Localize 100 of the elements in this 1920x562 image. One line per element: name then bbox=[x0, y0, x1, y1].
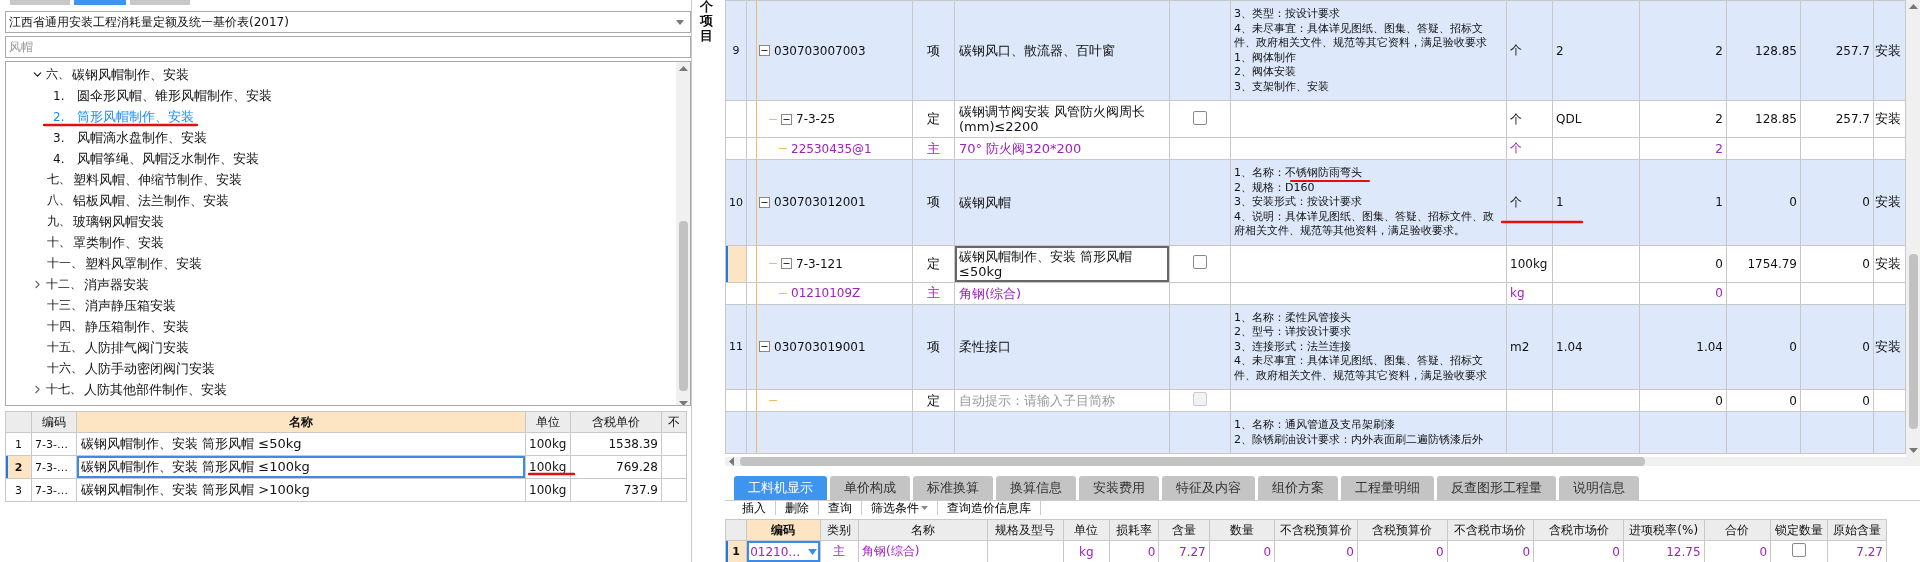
row-number[interactable]: 1 bbox=[725, 540, 747, 562]
search-field[interactable]: 风帽 bbox=[5, 36, 691, 58]
scroll-left-icon[interactable] bbox=[729, 457, 734, 466]
tree-item[interactable]: 风帽筝绳、风帽泛水制作、安装 bbox=[77, 149, 259, 168]
tree-item[interactable]: 人防排气阀门安装 bbox=[85, 338, 189, 357]
column-header[interactable]: 编码 bbox=[746, 519, 821, 541]
scrollbar-thumb[interactable] bbox=[678, 221, 688, 391]
column-header[interactable]: 单位 bbox=[525, 411, 571, 433]
column-header[interactable]: 不含税市场价 bbox=[1447, 519, 1534, 541]
tree-item[interactable]: 风帽滴水盘制作、安装 bbox=[77, 128, 207, 147]
feature-description: 1、名称：通风管道及支吊架刷漆 2、除锈刷油设计要求：内外表面刷二遍防锈漆后外 bbox=[1234, 418, 1484, 447]
column-header[interactable]: 不 bbox=[661, 411, 687, 433]
feature-description: 3、类型：按设计要求 4、未尽事宜：具体详见图纸、图集、答疑、招标文件、政府相关文件、规范等其它资料，满足验收要求 1、阀体制作 2、阀体安装 3、支架制作、安装 bbox=[1234, 7, 1488, 94]
scroll-down-icon[interactable] bbox=[1908, 448, 1918, 453]
scrollbar-thumb[interactable] bbox=[1908, 254, 1918, 429]
tab[interactable]: 特征及内容 bbox=[1162, 476, 1255, 500]
column-header[interactable]: 含税预算价 bbox=[1357, 519, 1448, 541]
library-dropdown[interactable]: 江西省通用安装工程消耗量定额及统一基价表(2017) bbox=[5, 11, 691, 33]
column-header[interactable]: 名称 bbox=[76, 411, 526, 433]
tree-item-number: 七、 bbox=[47, 171, 71, 188]
table-cell: 1754.79 bbox=[1726, 245, 1801, 282]
row-number[interactable]: 9 bbox=[725, 0, 747, 101]
table-cell: 2 bbox=[1552, 0, 1640, 101]
tree-item[interactable]: 玻璃钢风帽安装 bbox=[73, 212, 164, 231]
tree-item[interactable]: 静压箱制作、安装 bbox=[85, 317, 189, 336]
table-cell: 碳钢调节阀安装 风管防火阀周长(mm)≤2200 bbox=[954, 100, 1170, 138]
collapse-icon[interactable] bbox=[759, 196, 770, 208]
column-header[interactable]: 单位 bbox=[1063, 519, 1110, 541]
collapse-icon[interactable] bbox=[781, 113, 792, 125]
side-label: 个项目 bbox=[699, 0, 713, 45]
row-number[interactable]: 11 bbox=[725, 304, 747, 390]
row-number[interactable] bbox=[725, 245, 747, 282]
table-cell: 1.04 bbox=[1552, 304, 1640, 390]
item-code: 030703007003 bbox=[774, 43, 866, 58]
column-header[interactable]: 合价 bbox=[1704, 519, 1771, 541]
tab[interactable]: 反查图形工程量 bbox=[1437, 476, 1556, 500]
table-cell: 257.7 bbox=[1800, 0, 1874, 101]
tab[interactable]: 标准换算 bbox=[913, 476, 993, 500]
tab[interactable]: 安装费用 bbox=[1079, 476, 1159, 500]
collapse-icon[interactable] bbox=[759, 45, 770, 56]
vertical-scrollbar[interactable] bbox=[676, 62, 690, 405]
table-cell: 2 bbox=[1639, 100, 1727, 138]
caret-down-icon bbox=[676, 19, 684, 25]
tree-item[interactable]: 消声器安装 bbox=[84, 275, 149, 294]
collapse-icon[interactable] bbox=[759, 341, 770, 353]
column-header[interactable]: 名称 bbox=[858, 519, 988, 541]
collapse-icon[interactable] bbox=[781, 258, 792, 269]
row-number[interactable]: 10 bbox=[725, 159, 747, 245]
scroll-up-icon[interactable] bbox=[678, 66, 688, 71]
table-cell: 100kg bbox=[525, 432, 571, 456]
tab[interactable]: 说明信息 bbox=[1559, 476, 1639, 500]
tree-item[interactable]: 消声静压箱安装 bbox=[85, 296, 176, 315]
tab[interactable]: 组价方案 bbox=[1258, 476, 1338, 500]
tree-item-number: 十五、 bbox=[47, 339, 83, 356]
tree-item[interactable]: 圆伞形风帽、锥形风帽制作、安装 bbox=[77, 86, 272, 105]
column-header[interactable]: 规格及型号 bbox=[987, 519, 1064, 541]
column-header[interactable]: 含量 bbox=[1158, 519, 1210, 541]
tree-item-number: 九、 bbox=[47, 213, 71, 230]
tree-item[interactable]: 塑料风帽、伸缩节制作、安装 bbox=[73, 170, 242, 189]
column-header[interactable]: 含税市场价 bbox=[1533, 519, 1624, 541]
toolbar-button[interactable]: 查询造价信息库 bbox=[938, 501, 1041, 515]
tree-item[interactable]: 人防手动密闭阀门安装 bbox=[85, 359, 215, 378]
tree-item[interactable]: 塑料风罩制作、安装 bbox=[85, 254, 202, 273]
row-number[interactable]: 3 bbox=[5, 478, 32, 502]
scroll-up-icon[interactable] bbox=[1908, 4, 1918, 9]
row-number[interactable]: 1 bbox=[5, 432, 32, 456]
checkbox[interactable] bbox=[1792, 543, 1807, 557]
column-header[interactable]: 数量 bbox=[1209, 519, 1275, 541]
tree-item[interactable]: 筒形风帽制作、安装 bbox=[77, 107, 194, 126]
column-header[interactable]: 原始含量 bbox=[1828, 519, 1887, 541]
horizontal-scrollbar[interactable] bbox=[725, 457, 1920, 466]
item-code: 01210109Z bbox=[791, 286, 861, 300]
toolbar-button[interactable]: 删除 bbox=[776, 501, 819, 515]
column-header[interactable]: 损耗率 bbox=[1109, 519, 1159, 541]
tree-item[interactable]: 罩类制作、安装 bbox=[73, 233, 164, 252]
toolbar-button[interactable]: 筛选条件 bbox=[862, 501, 938, 515]
tree-item[interactable]: 碳钢风帽制作、安装 bbox=[72, 65, 189, 84]
column-header[interactable]: 编码 bbox=[31, 411, 77, 433]
tab[interactable]: 换算信息 bbox=[996, 476, 1076, 500]
column-header[interactable]: 类别 bbox=[820, 519, 859, 541]
column-header[interactable]: 锁定数量 bbox=[1770, 519, 1828, 541]
checkbox[interactable] bbox=[1193, 110, 1207, 125]
table-cell: 737.9 bbox=[570, 478, 662, 502]
toolbar-button[interactable]: 插入 bbox=[733, 501, 776, 515]
tab[interactable]: 单价构成 bbox=[830, 476, 910, 500]
code-dropdown[interactable]: 01210… bbox=[746, 540, 821, 562]
annotation-underline bbox=[528, 472, 575, 476]
tree-item[interactable]: 人防其他部件制作、安装 bbox=[84, 380, 227, 399]
column-header[interactable]: 进项税率(%) bbox=[1623, 519, 1705, 541]
table-cell: 1 bbox=[1552, 159, 1640, 245]
column-header[interactable]: 不含税预算价 bbox=[1274, 519, 1358, 541]
tree-item[interactable]: 铝板风帽、法兰制作、安装 bbox=[73, 191, 229, 210]
caret-down-icon[interactable] bbox=[807, 548, 817, 555]
column-header[interactable]: 含税单价 bbox=[570, 411, 662, 433]
vertical-scrollbar[interactable] bbox=[1906, 0, 1920, 457]
scroll-down-icon[interactable] bbox=[678, 401, 688, 405]
tab[interactable]: 工程量明细 bbox=[1341, 476, 1434, 500]
row-number[interactable]: 2 bbox=[5, 455, 32, 479]
checkbox[interactable] bbox=[1193, 255, 1207, 269]
toolbar-button[interactable]: 查询 bbox=[819, 501, 862, 515]
